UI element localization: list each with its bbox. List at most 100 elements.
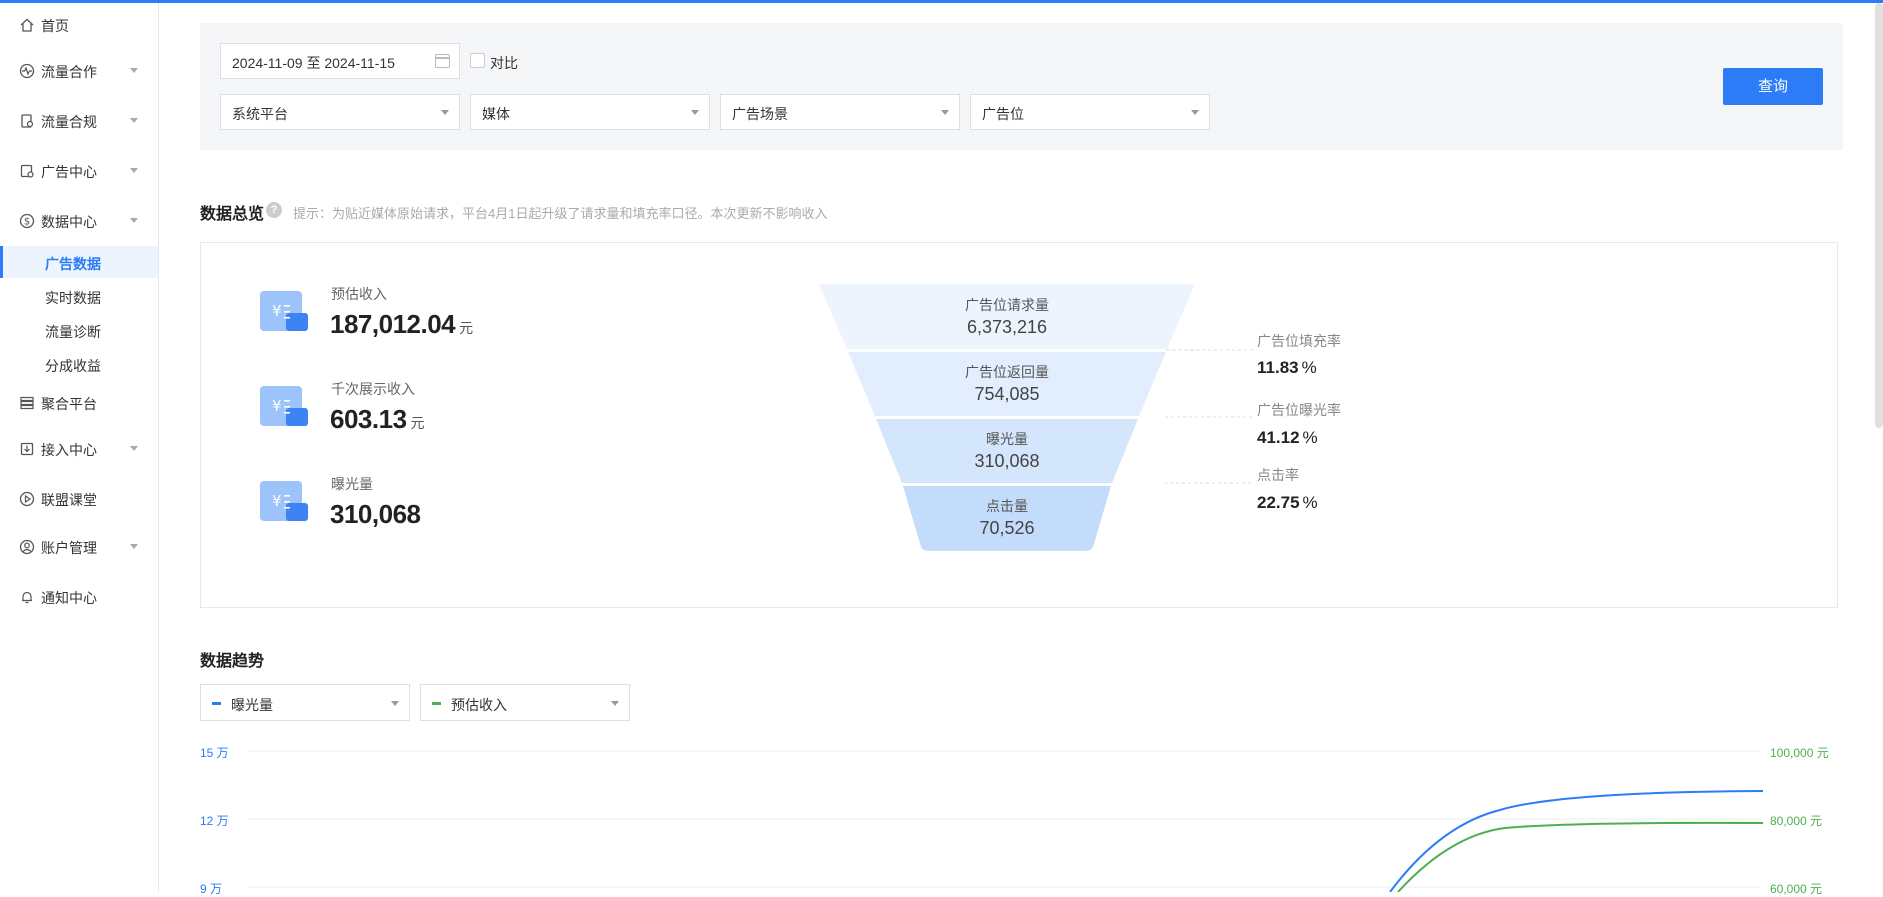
series-swatch-green xyxy=(432,702,441,705)
metric-value-ecpm: 603.13 元 xyxy=(330,404,425,435)
dollar-icon: $ xyxy=(19,213,35,229)
series-line-revenue xyxy=(1397,821,1764,892)
sidebar-subitem-label: 广告数据 xyxy=(45,256,101,272)
funnel-value-exposure: 310,068 xyxy=(974,451,1040,471)
compare-label: 对比 xyxy=(490,55,518,71)
svg-text:¥: ¥ xyxy=(272,302,282,320)
axis-right-tick: 60,000 元 xyxy=(1770,882,1823,896)
compliance-icon xyxy=(21,114,34,128)
rate-unit: % xyxy=(1302,428,1318,447)
help-icon[interactable]: ? xyxy=(266,202,282,218)
query-button[interactable]: 查询 xyxy=(1723,68,1823,105)
sidebar-item-label: 通知中心 xyxy=(41,590,97,606)
media-select-value: 媒体 xyxy=(482,106,510,122)
sidebar-item-ad-center[interactable]: 广告中心 xyxy=(0,153,158,189)
sidebar-item-label: 流量合作 xyxy=(41,64,97,80)
sidebar-item-notifications[interactable]: 通知中心 xyxy=(0,579,158,615)
sidebar-item-aggregation[interactable]: 聚合平台 xyxy=(0,385,158,421)
metric-label-ecpm: 千次展示收入 xyxy=(331,381,415,397)
sidebar-item-label: 流量合规 xyxy=(41,114,97,130)
metric-label-exposure: 曝光量 xyxy=(331,476,373,492)
sidebar-item-data-center[interactable]: $ 数据中心 xyxy=(0,203,158,239)
svg-text:¥: ¥ xyxy=(272,397,282,415)
trend-metric-left-select[interactable]: 曝光量 xyxy=(200,684,410,721)
sidebar-subitem-realtime-data[interactable]: 实时数据 xyxy=(0,280,158,312)
sidebar-item-account[interactable]: 账户管理 xyxy=(0,529,158,565)
date-range-picker[interactable]: 2024-11-09 至 2024-11-15 xyxy=(220,43,460,79)
metric-unit: 元 xyxy=(459,320,473,336)
sidebar-item-home[interactable]: 首页 xyxy=(0,7,158,43)
top-accent-bar xyxy=(0,0,1883,3)
chevron-down-icon xyxy=(391,701,399,706)
ad-center-icon xyxy=(20,164,34,178)
ad-slot-select[interactable]: 广告位 xyxy=(970,94,1210,130)
pulse-icon xyxy=(19,63,35,79)
axis-left-tick: 15 万 xyxy=(200,746,229,760)
sidebar-item-label: 账户管理 xyxy=(41,540,97,556)
wallet-icon: ¥ xyxy=(260,386,308,426)
home-icon xyxy=(20,18,34,32)
funnel-label-exposure: 曝光量 xyxy=(986,431,1028,447)
platform-select[interactable]: 系统平台 xyxy=(220,94,460,130)
svg-text:$: $ xyxy=(24,217,30,228)
funnel-value-request: 6,373,216 xyxy=(966,317,1048,337)
funnel-label-return: 广告位返回量 xyxy=(965,364,1049,380)
rate-label-exposure: 广告位曝光率 xyxy=(1257,402,1341,418)
stack-icon xyxy=(20,396,34,410)
sidebar-item-alliance-class[interactable]: 联盟课堂 xyxy=(0,481,158,517)
sidebar-item-access-center[interactable]: 接入中心 xyxy=(0,431,158,467)
sidebar-subitem-label: 实时数据 xyxy=(45,290,101,306)
compare-checkbox[interactable] xyxy=(470,53,485,68)
metric-label-estimated-revenue: 预估收入 xyxy=(331,286,387,302)
chevron-down-icon xyxy=(691,110,699,115)
axis-left-tick: 12 万 xyxy=(200,814,229,828)
platform-select-value: 系统平台 xyxy=(232,106,288,122)
rate-number: 41.12 xyxy=(1257,428,1300,447)
overview-title: 数据总览 xyxy=(200,206,265,223)
trend-metric-right-value: 预估收入 xyxy=(451,697,507,713)
rate-value-exposure: 41.12% xyxy=(1257,428,1318,448)
chevron-down-icon xyxy=(130,68,138,73)
sidebar-item-label: 联盟课堂 xyxy=(41,492,97,508)
funnel-label-click: 点击量 xyxy=(986,498,1028,514)
sidebar-item-label: 数据中心 xyxy=(41,214,97,230)
trend-chart xyxy=(248,750,1764,892)
sidebar: 首页 流量合作 流量合规 广告中心 $ 数据中心 广告数据 实时数据 流量诊断 … xyxy=(0,3,159,892)
axis-left-tick: 9 万 xyxy=(200,882,223,896)
date-range-value: 2024-11-09 至 2024-11-15 xyxy=(232,55,395,71)
rate-value-fill: 11.83% xyxy=(1257,358,1317,378)
axis-right-tick: 80,000 元 xyxy=(1770,814,1823,828)
sidebar-subitem-label: 流量诊断 xyxy=(45,324,101,340)
bell-icon xyxy=(22,591,32,604)
trend-metric-right-select[interactable]: 预估收入 xyxy=(420,684,630,721)
svg-text:¥: ¥ xyxy=(272,492,282,510)
chevron-down-icon xyxy=(130,544,138,549)
sidebar-item-label: 接入中心 xyxy=(41,442,97,458)
metric-value-estimated-revenue: 187,012.04 元 xyxy=(330,309,473,340)
page-scrollbar[interactable] xyxy=(1875,3,1883,428)
sidebar-subitem-ad-data[interactable]: 广告数据 xyxy=(0,246,158,278)
series-line-exposure xyxy=(1389,790,1764,892)
funnel-label-request: 广告位请求量 xyxy=(965,297,1049,313)
axis-right-tick: 100,000 元 xyxy=(1770,746,1829,760)
media-select[interactable]: 媒体 xyxy=(470,94,710,130)
sidebar-item-traffic-compliance[interactable]: 流量合规 xyxy=(0,103,158,139)
rate-number: 22.75 xyxy=(1257,493,1300,512)
ad-scene-select[interactable]: 广告场景 xyxy=(720,94,960,130)
chevron-down-icon xyxy=(130,118,138,123)
rate-label-fill: 广告位填充率 xyxy=(1257,333,1341,349)
wallet-icon: ¥ xyxy=(260,481,308,521)
sidebar-item-traffic-cooperation[interactable]: 流量合作 xyxy=(0,53,158,89)
trend-metric-left-value: 曝光量 xyxy=(231,697,273,713)
chevron-down-icon xyxy=(130,446,138,451)
trend-title: 数据趋势 xyxy=(200,653,265,670)
chevron-down-icon xyxy=(611,701,619,706)
wallet-icon: ¥ xyxy=(260,291,308,331)
sidebar-subitem-revenue-share[interactable]: 分成收益 xyxy=(0,348,158,380)
chevron-down-icon xyxy=(441,110,449,115)
calendar-icon xyxy=(434,54,450,68)
metric-number: 603.13 xyxy=(330,404,407,434)
sidebar-subitem-traffic-diagnosis[interactable]: 流量诊断 xyxy=(0,314,158,346)
sidebar-item-label: 广告中心 xyxy=(41,164,97,180)
sidebar-item-label: 聚合平台 xyxy=(41,396,97,412)
